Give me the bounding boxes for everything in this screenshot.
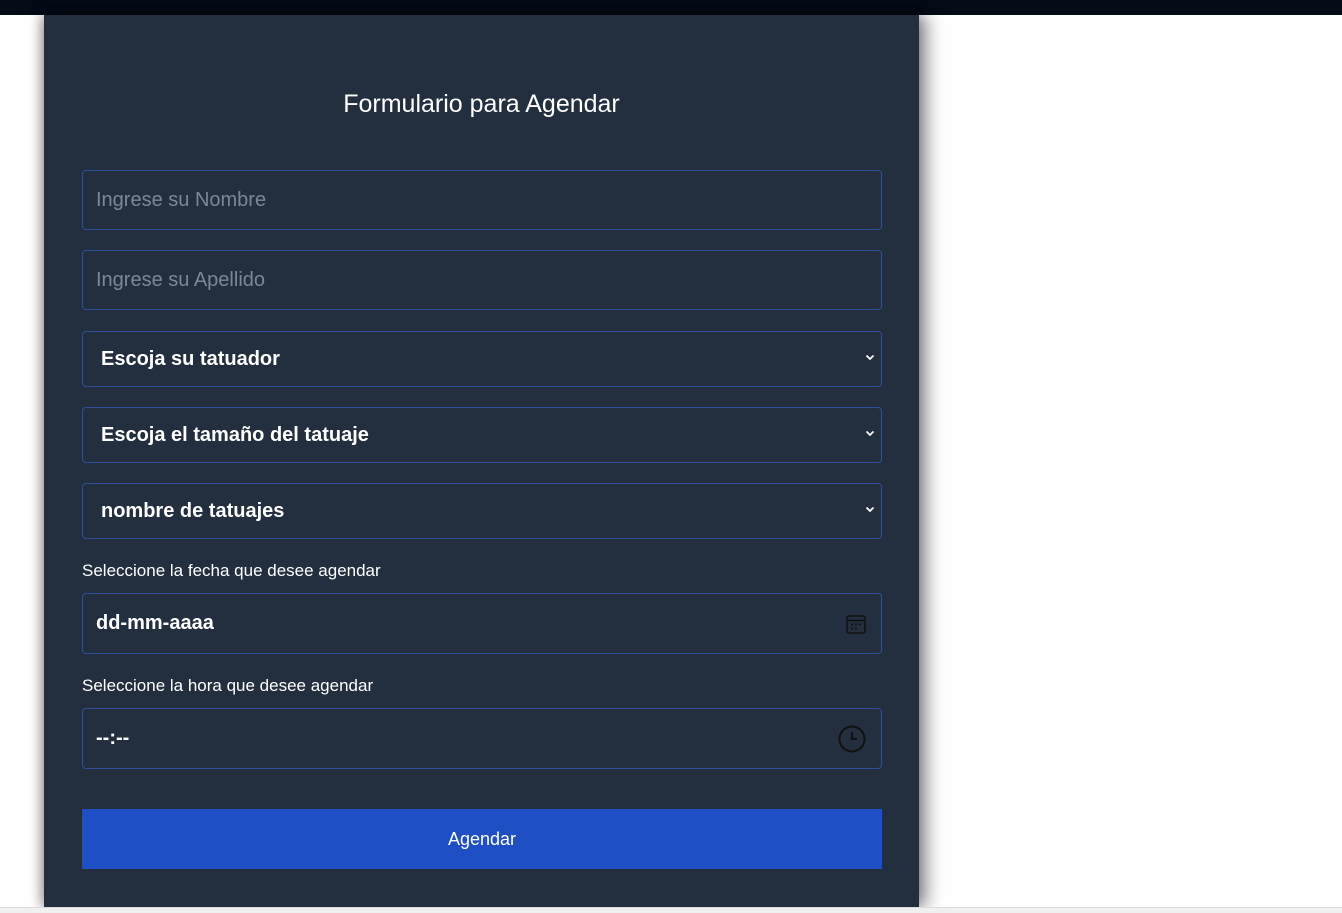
fecha-value: dd-mm-aaaa [96,612,214,634]
apellido-input[interactable] [82,250,882,310]
tatuador-select-value: Escoja su tatuador [101,347,280,370]
tatuajes-select-value: nombre de tatuajes [101,499,285,522]
chevron-down-icon [865,354,875,361]
chevron-down-icon [865,430,875,437]
calendar-icon[interactable] [845,613,867,635]
tatuajes-select[interactable]: nombre de tatuajes [82,483,882,539]
nombre-input[interactable] [82,170,882,230]
hora-label: Seleccione la hora que desee agendar [82,676,374,695]
form-title: Formulario para Agendar [343,90,620,118]
agendar-button[interactable]: Agendar [82,809,882,869]
tamano-select[interactable]: Escoja el tamaño del tatuaje [82,407,882,463]
clock-icon[interactable] [837,724,867,754]
chevron-down-icon [865,506,875,513]
window-top-bar [0,0,1342,15]
tatuador-select[interactable]: Escoja su tatuador [82,331,882,387]
hora-input[interactable]: --:-- [82,708,882,769]
window-bottom-edge [0,907,1342,913]
appointment-form: Formulario para Agendar Escoja su tatuad… [44,15,919,907]
fecha-input[interactable]: dd-mm-aaaa [82,593,882,654]
fecha-label: Seleccione la fecha que desee agendar [82,561,381,580]
hora-value: --:-- [96,727,130,749]
tamano-select-value: Escoja el tamaño del tatuaje [101,423,369,446]
